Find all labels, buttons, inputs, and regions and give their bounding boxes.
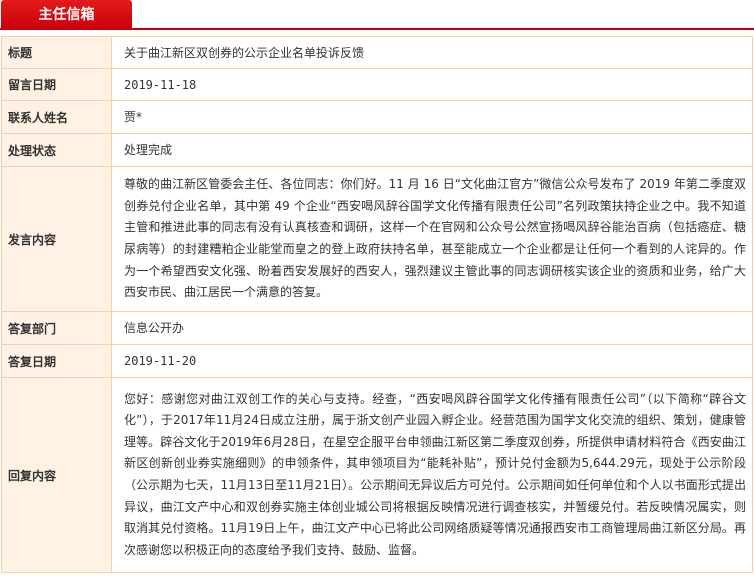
message-date-label: 留言日期 — [1, 68, 112, 101]
message-date-row: 留言日期 2019-11-18 — [1, 68, 753, 101]
reply-date-label: 答复日期 — [1, 344, 112, 378]
mailbox-title-tab: 主任信箱 — [1, 0, 132, 30]
mailbox-header: 主任信箱 — [0, 0, 754, 30]
contact-row: 联系人姓名 贾* — [1, 100, 753, 134]
status-value: 处理完成 — [111, 133, 753, 167]
message-content-row: 发言内容 尊敬的曲江新区管委会主任、各位同志：你们好。11 月 16 日“文化曲… — [1, 166, 753, 312]
reply-date-value: 2019-11-20 — [111, 344, 753, 378]
reply-content-label: 回复内容 — [1, 377, 112, 573]
reply-department-row: 答复部门 信息公开办 — [1, 311, 753, 345]
subject-label: 标题 — [1, 36, 112, 69]
reply-department-value: 信息公开办 — [111, 311, 753, 345]
message-date-value: 2019-11-18 — [111, 68, 753, 101]
contact-label: 联系人姓名 — [1, 100, 112, 134]
subject-value: 关于曲江新区双创券的公示企业名单投诉反馈 — [111, 36, 753, 69]
status-label: 处理状态 — [1, 133, 112, 167]
subject-row: 标题 关于曲江新区双创券的公示企业名单投诉反馈 — [1, 36, 753, 69]
contact-value: 贾* — [111, 100, 753, 134]
reply-content-value: 您好：感谢您对曲江双创工作的关心与支持。经查，“西安喝风辟谷国学文化传播有限责任… — [111, 377, 753, 573]
reply-department-label: 答复部门 — [1, 311, 112, 345]
status-row: 处理状态 处理完成 — [1, 133, 753, 167]
message-content-value: 尊敬的曲江新区管委会主任、各位同志：你们好。11 月 16 日“文化曲江官方”微… — [111, 166, 753, 312]
message-content-label: 发言内容 — [1, 166, 112, 312]
reply-date-row: 答复日期 2019-11-20 — [1, 344, 753, 378]
reply-content-row: 回复内容 您好：感谢您对曲江双创工作的关心与支持。经查，“西安喝风辟谷国学文化传… — [1, 377, 753, 573]
letter-detail-table: 标题 关于曲江新区双创券的公示企业名单投诉反馈 留言日期 2019-11-18 … — [1, 36, 753, 573]
